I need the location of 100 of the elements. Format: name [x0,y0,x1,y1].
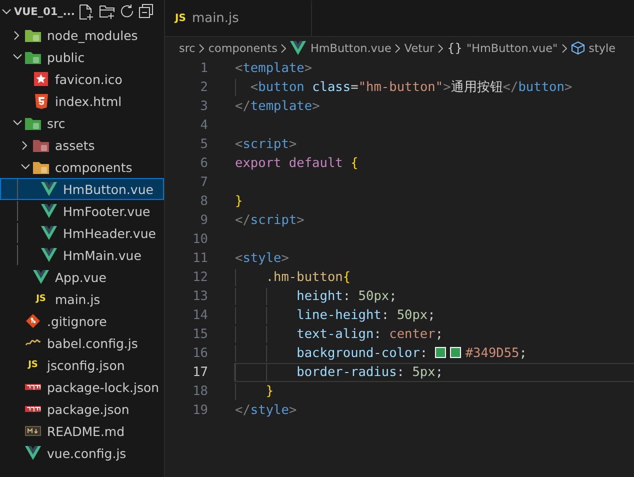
chevron-right-icon[interactable] [22,140,28,150]
npm-icon [25,406,41,412]
file-name: jsconfig.json [47,358,125,372]
folder-icon [33,138,49,152]
file-name: node_modules [47,28,138,42]
tree-item[interactable]: .gitignore [0,310,164,332]
line-number: 10 [192,232,208,247]
code-line: </script> [235,213,304,228]
vue-icon [33,270,49,284]
code-line: height: 50px; [296,289,397,304]
line-number: 14 [192,308,208,323]
file-name: vue.config.js [47,446,126,460]
breadcrumb-item[interactable]: style [588,42,616,54]
tree-item[interactable]: package-lock.json [0,376,164,398]
html5-icon [34,94,48,108]
file-name: favicon.ico [55,72,122,86]
tree-item[interactable]: favicon.ico [0,68,164,90]
line-number: 18 [192,384,208,399]
chevron-down-icon[interactable] [12,54,22,60]
line-number: 12 [192,270,208,285]
chevron-down-icon[interactable] [20,164,30,170]
tree-item[interactable]: HmFooter.vue [0,200,164,222]
star-icon [34,72,48,86]
tree-item[interactable]: public [0,46,164,68]
chevron-right-icon [562,44,567,52]
line-number: 19 [192,403,208,418]
chevron-down-icon[interactable] [2,9,10,15]
file-name: components [55,160,132,174]
tree-item[interactable]: package.json [0,398,164,420]
line-number: 17 [192,365,208,380]
chevron-right-icon [281,44,286,52]
line-number: 3 [199,99,208,114]
code-line: text-align: center; [296,327,444,342]
tree-item[interactable]: HmButton.vue [0,178,164,200]
tree-item[interactable]: node_modules [0,24,164,46]
vue-icon [41,204,57,218]
folder-icon [25,28,41,42]
file-name: public [47,50,85,64]
line-number: 2 [199,80,208,95]
tree-item[interactable]: README.md [0,420,164,442]
breadcrumb-item[interactable]: Vetur [404,42,434,54]
file-name: .gitignore [47,314,107,328]
js-icon: JS [25,360,41,370]
tree-item[interactable]: index.html [0,90,164,112]
chevron-down-icon[interactable] [12,120,22,126]
markdown-icon [25,426,41,436]
tree-item[interactable]: HmHeader.vue [0,222,164,244]
code-line: border-radius: 5px; [296,365,444,380]
breadcrumb-item[interactable]: components [208,42,278,54]
file-name: HmFooter.vue [63,204,150,218]
tree-item[interactable]: src [0,112,164,134]
file-name: main.js [55,292,100,306]
tree-item[interactable]: components [0,156,164,178]
file-name: HmHeader.vue [63,226,156,240]
tree-item[interactable]: JS main.js [0,288,164,310]
vue-icon [290,41,306,55]
code-line: .hm-button{ [264,270,351,285]
code-line: background-color: #349D55; [296,346,527,361]
file-name: index.html [55,94,122,108]
tree-item[interactable]: vue.config.js [0,442,164,464]
tree-item[interactable]: assets [0,134,164,156]
tree-item[interactable]: babel.config.js [0,332,164,354]
project-title[interactable]: VUE_01_... [14,6,75,18]
braces-icon: {} [447,41,462,55]
line-number: 1 [199,61,208,76]
js-icon: JS [33,294,49,304]
vue-icon [25,446,41,460]
code-line: <button class="hm-button">通用按钮</button> [249,80,572,95]
folder-icon [25,116,41,130]
breadcrumb-item[interactable]: "HmButton.vue" [466,42,558,54]
file-name: babel.config.js [47,336,138,350]
new-folder-icon[interactable] [98,4,115,19]
chevron-right-icon[interactable] [14,30,20,40]
new-file-icon[interactable] [78,4,94,20]
line-number: 7 [199,175,208,190]
vue-icon [41,248,57,262]
tree-item[interactable]: App.vue [0,266,164,288]
code-line: line-height: 50px; [296,308,436,323]
chevron-right-icon [395,44,400,52]
line-number: 4 [199,118,208,133]
refresh-icon[interactable] [120,4,134,18]
code-line: <script> [235,137,297,152]
folder-icon [25,50,41,64]
collapse-all-icon[interactable] [138,4,153,18]
vue-icon [41,182,57,196]
breadcrumb-item[interactable]: src [179,42,196,54]
tree-item[interactable]: JS jsconfig.json [0,354,164,376]
code-line: </style> [235,403,297,418]
color-swatch-icon[interactable] [450,347,462,358]
babel-icon [25,339,41,347]
file-name: HmButton.vue [63,182,154,196]
line-number: 11 [192,251,208,266]
breadcrumb-item[interactable]: HmButton.vue [310,42,392,54]
tree-item[interactable]: HmMain.vue [0,244,164,266]
color-swatch-icon[interactable] [435,347,446,358]
line-number: 13 [192,289,208,304]
chevron-right-icon [438,44,444,52]
cube-icon [570,41,585,55]
line-number: 8 [199,194,208,209]
file-name: assets [55,138,95,152]
